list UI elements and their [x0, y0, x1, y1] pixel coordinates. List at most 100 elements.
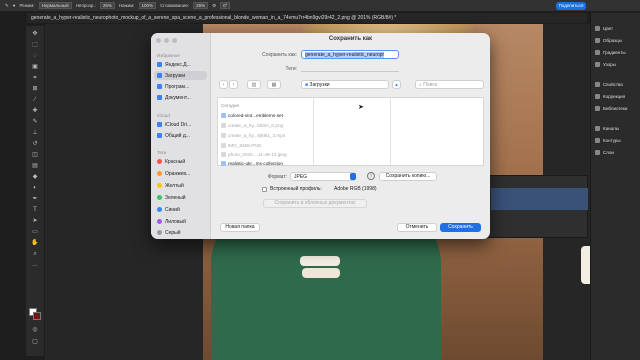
downloads-icon — [157, 73, 162, 78]
zoom-tool-icon[interactable]: ⌕ — [30, 250, 40, 258]
view-columns-button[interactable]: ▥ — [247, 80, 261, 89]
sidebar-item-shared[interactable]: Общий д... — [154, 131, 207, 140]
eraser-tool-icon[interactable]: ◫ — [30, 151, 40, 159]
shape-tool-icon[interactable]: ▭ — [30, 228, 40, 236]
brush-tool-active-icon[interactable]: ✎ — [30, 118, 40, 126]
search-input[interactable]: ⌕ Поиск — [415, 80, 484, 89]
favorites-heading: Избранное — [157, 53, 180, 58]
sidebar-item-icloud-drive[interactable]: iCloud Dri... — [154, 120, 207, 129]
type-tool-icon[interactable]: T — [30, 206, 40, 214]
marquee-tool-icon[interactable]: ⬚ — [30, 41, 40, 49]
list-item[interactable]: create_a_hy...k83m_0.png — [221, 121, 283, 129]
list-item[interactable]: realistic-ukr...ms-collection — [221, 159, 283, 167]
cloud-save-button[interactable]: Сохранить в облачных документах — [263, 199, 367, 208]
panel-channels[interactable]: Каналы — [595, 123, 639, 133]
screen-mode-icon[interactable]: ▢ — [30, 338, 40, 346]
sidebar-item-yandex-disk[interactable]: Яндекс.Д... — [154, 60, 207, 69]
sidebar-item-label: Яндекс.Д... — [165, 61, 191, 68]
share-button[interactable]: Поделиться — [556, 2, 586, 10]
panel-gradients[interactable]: Градиенты — [595, 47, 639, 57]
view-grid-button[interactable]: ▦ — [267, 80, 281, 89]
forward-button[interactable]: › — [229, 80, 238, 89]
list-item[interactable]: IMG_8465.PNG — [221, 141, 261, 149]
minimize-window-icon[interactable] — [164, 38, 169, 43]
location-select[interactable]: ■ Загрузки — [301, 80, 389, 89]
more-tools-icon[interactable]: … — [30, 261, 40, 269]
panel-label: Контуры — [603, 137, 621, 143]
sidebar-item-applications[interactable]: Програм... — [154, 82, 207, 91]
tag-purple[interactable]: Лиловый — [154, 217, 207, 226]
save-as-field[interactable]: generate_a_hyper-realistic_neuropl — [301, 50, 399, 59]
swatches-icon — [595, 37, 600, 43]
sidebar-item-documents[interactable]: Документ... — [154, 93, 207, 102]
crop-tool-icon[interactable]: ⌗ — [30, 74, 40, 82]
list-item[interactable]: colored-vint...emblems-set — [221, 111, 283, 119]
right-panels-dock: Цвет Образцы Градиенты Узоры Свойства Ко… — [590, 13, 640, 360]
history-brush-icon[interactable]: ↺ — [30, 140, 40, 148]
tag-gray[interactable]: Серый — [154, 228, 207, 237]
mode-select[interactable]: Нормальный — [38, 2, 72, 9]
opacity-field[interactable]: 25% — [99, 2, 115, 9]
panel-color[interactable]: Цвет — [595, 23, 639, 33]
healing-tool-icon[interactable]: ✚ — [30, 107, 40, 115]
panel-label: Цвет — [603, 25, 614, 31]
tag-dot-icon — [157, 207, 162, 212]
lasso-tool-icon[interactable]: ◌ — [30, 52, 40, 60]
panel-libraries[interactable]: Библиотеки — [595, 103, 639, 113]
gear-icon[interactable]: ⚙ — [212, 3, 216, 9]
list-item[interactable]: create_a_hy...6j69i1_3.mp4 — [221, 131, 286, 139]
new-folder-button[interactable]: Новая папка — [220, 223, 260, 232]
tag-red[interactable]: Красный — [154, 157, 207, 166]
flow-field[interactable]: 100% — [138, 2, 157, 9]
panel-paths[interactable]: Контуры — [595, 135, 639, 145]
path-select-icon[interactable]: ➤ — [30, 217, 40, 225]
background-color-swatch[interactable] — [33, 312, 41, 320]
close-window-icon[interactable] — [156, 38, 161, 43]
brush-size-icon[interactable]: ● — [13, 3, 16, 8]
embed-profile-checkbox[interactable] — [262, 187, 267, 192]
info-icon[interactable]: i — [367, 172, 375, 180]
selected-layer[interactable] — [491, 188, 588, 210]
tag-green[interactable]: Зеленый — [154, 193, 207, 202]
blur-tool-icon[interactable]: ◆ — [30, 173, 40, 181]
sidebar-item-downloads[interactable]: Загрузки — [154, 71, 207, 80]
smoothing-field[interactable]: 25% — [193, 2, 209, 9]
save-copy-button[interactable]: Сохранить копию... — [379, 172, 437, 181]
tag-orange[interactable]: Оранжев... — [154, 169, 207, 178]
tag-dot-icon — [157, 195, 162, 200]
angle-field[interactable]: 0° — [220, 2, 231, 9]
gradient-tool-icon[interactable]: ▤ — [30, 162, 40, 170]
format-label: Формат: — [267, 174, 287, 180]
stamp-tool-icon[interactable]: ⊥ — [30, 129, 40, 137]
panel-label: Слои — [603, 149, 614, 155]
format-select[interactable]: JPEG — [290, 172, 356, 181]
panel-patterns[interactable]: Узоры — [595, 59, 639, 69]
cancel-button[interactable]: Отменить — [397, 223, 437, 232]
tag-yellow[interactable]: Желтый — [154, 181, 207, 190]
back-button[interactable]: ‹ — [219, 80, 228, 89]
select-subject-icon[interactable]: ▣ — [30, 63, 40, 71]
hand-tool-icon[interactable]: ✋ — [30, 239, 40, 247]
panel-properties[interactable]: Свойства — [595, 79, 639, 89]
filename-text: generate_a_hyper-realistic_neuropl — [305, 52, 384, 58]
panel-adjustments[interactable]: Коррекция — [595, 91, 639, 101]
move-tool-icon[interactable]: ✥ — [30, 30, 40, 38]
pen-tool-icon[interactable]: ✒ — [30, 195, 40, 203]
brush-tool-icon[interactable]: ✎ — [5, 3, 9, 9]
sidebar-item-label: iCloud Dri... — [165, 121, 192, 128]
panel-swatches[interactable]: Образцы — [595, 35, 639, 45]
expand-toggle-button[interactable]: ▴ — [392, 80, 401, 89]
panel-layers[interactable]: Слои — [595, 147, 639, 157]
save-button[interactable]: Сохранить — [440, 223, 481, 232]
list-item[interactable]: photo_2025....11-46-13.jpeg — [221, 150, 287, 158]
tag-blue[interactable]: Синий — [154, 205, 207, 214]
dodge-tool-icon[interactable]: ◐ — [30, 184, 40, 192]
tags-field[interactable] — [301, 71, 399, 72]
properties-icon — [595, 81, 600, 87]
document-tab[interactable]: generate_a_hyper-realistic_neurophoto_mo… — [27, 13, 587, 23]
quick-mask-icon[interactable]: ◎ — [30, 326, 40, 334]
eyedropper-tool-icon[interactable]: ⁄ — [30, 96, 40, 104]
frame-tool-icon[interactable]: ⊠ — [30, 85, 40, 93]
zoom-window-icon[interactable] — [172, 38, 177, 43]
format-value: JPEG — [294, 174, 308, 180]
